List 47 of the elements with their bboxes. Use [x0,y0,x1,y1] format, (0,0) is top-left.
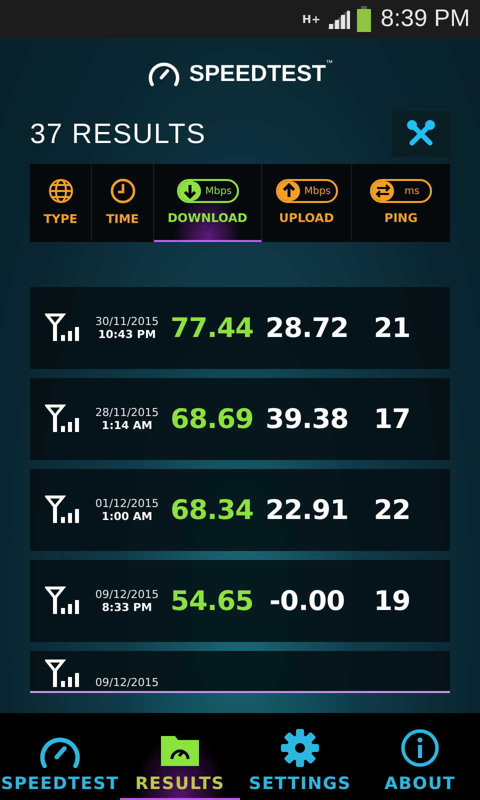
test-date: 09/12/2015 [95,676,159,689]
test-date: 01/12/2015 [95,497,159,510]
test-date: 09/12/2015 [95,588,159,601]
swap-arrows-icon [374,182,392,200]
sort-tab[interactable]: Mbps DOWNLOAD [154,164,262,242]
globe-icon [48,178,74,204]
signal-icon [45,495,81,525]
ping-value: 21 [372,312,412,344]
ping-value: 19 [372,586,412,616]
signal-icon [45,659,81,689]
download-speed: 54.65 [170,586,254,616]
signal-icon [45,586,81,616]
signal-icon [45,404,81,434]
unit-label: Mbps [303,186,332,196]
info-icon [400,728,440,768]
result-row[interactable]: 30/11/2015 10:43 PM 77.44 28.72 21 [30,287,450,369]
upload-speed: -0.00 [268,586,346,616]
clock-time: 8:39 PM [380,5,470,33]
result-row[interactable]: 09/12/2015 8:33 PM 54.65 -0.00 19 [30,560,450,642]
settings-icon [280,728,320,768]
results-count: 37 RESULTS [30,118,206,150]
upload-speed: 22.91 [264,494,350,526]
download-speed: 77.44 [170,312,254,344]
result-row[interactable]: 01/12/2015 1:00 AM 68.34 22.91 22 [30,469,450,551]
ping-value: 17 [372,404,412,434]
test-time: 1:14 AM [102,419,152,432]
test-time: 10:43 PM [98,328,156,341]
unit-label: Mbps [204,186,233,196]
network-type-label: H+ [302,14,321,24]
signal-icon [45,313,81,343]
result-row[interactable]: 28/11/2015 1:14 AM 68.69 39.38 17 [30,378,450,460]
test-date: 30/11/2015 [95,315,159,328]
battery-icon [356,6,371,32]
unit-label: ms [404,186,420,196]
tools-button[interactable] [392,111,450,157]
test-time: 8:33 PM [102,601,152,614]
test-date: 28/11/2015 [95,406,159,419]
app-logo: SPEEDTEST$^{™}$ [189,60,333,86]
download-speed: 68.69 [170,404,254,434]
test-time: 1:00 AM [102,510,152,523]
upload-speed: 28.72 [264,312,350,344]
download-speed: 68.34 [170,494,254,526]
signal-strength-icon [326,9,351,29]
result-row[interactable]: 09/12/2015 [30,651,450,691]
ping-value: 22 [372,494,412,526]
upload-speed: 39.38 [264,404,350,434]
clock-icon [110,178,136,204]
